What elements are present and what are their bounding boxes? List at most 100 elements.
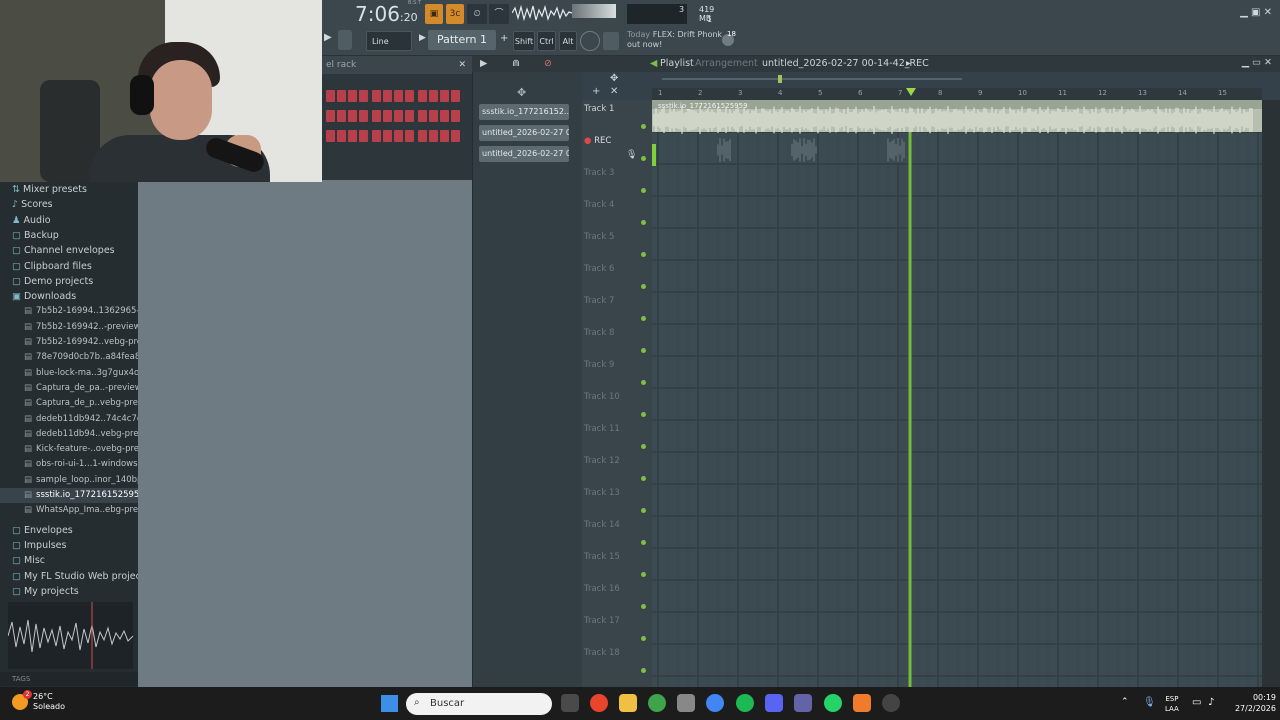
metronome-icon[interactable]: ⏲ [467,4,487,24]
track-enable-led[interactable] [641,444,646,449]
track-enable-led[interactable] [641,284,646,289]
track-enable-led[interactable] [641,220,646,225]
track-header[interactable]: Track 18 [584,644,644,676]
picker-clip[interactable]: untitled_2026-02-27 00-... [479,146,569,162]
step-pad[interactable] [383,130,392,142]
network-icon[interactable]: ▭ [1192,697,1201,708]
playlist-grid[interactable]: ssstik.io_1772161525959 [652,99,1279,687]
track-enable-led[interactable] [641,636,646,641]
pattern-mode-button[interactable]: ▣ [425,4,443,24]
browser-file[interactable]: ▤dedeb11db94..vebg-preview [0,427,138,442]
step-pad[interactable] [372,90,381,102]
tempo-icon[interactable]: ⌒ [489,4,509,24]
track-header[interactable]: Track 1 [584,100,644,132]
track-enable-led[interactable] [641,252,646,257]
step-pad[interactable] [359,130,368,142]
track-enable-led[interactable] [641,668,646,673]
browser-folder[interactable]: ♪ Scores [0,197,138,212]
step-pad[interactable] [394,90,403,102]
browser-folder[interactable]: ▢ My FL Studio Web projects [0,569,138,584]
mic-icon[interactable] [338,30,352,50]
picker-clip[interactable]: ssstik.io_177216152... [479,104,569,120]
weather-widget[interactable]: 26°C Soleado [33,692,65,712]
step-pad[interactable] [372,130,381,142]
song-mode-button[interactable]: 3c [446,4,464,24]
track-header[interactable]: Track 15 [584,548,644,580]
record-mic-icon[interactable]: 🎙 [626,150,637,160]
track-header[interactable]: Track 12 [584,452,644,484]
settings-icon[interactable] [580,31,600,51]
browser-file[interactable]: ▤Captura_de_p..vebg-preview [0,396,138,411]
browser-folder[interactable]: ▢ My projects [0,584,138,599]
close-icon[interactable]: ✕ [1264,7,1272,18]
track-enable-led[interactable] [641,540,646,545]
pattern-prev-icon[interactable]: ▶ [419,33,426,43]
step-pad[interactable] [429,110,438,122]
horizontal-scroll[interactable] [662,78,962,80]
browser-folder[interactable]: ▢ Channel envelopes [0,243,138,258]
browser-file[interactable]: ▤Captura_de_pa..-preview (1) [0,381,138,396]
chrome-icon[interactable] [590,694,608,712]
step-pad[interactable] [394,110,403,122]
remove-track-icon[interactable]: ✕ [610,86,618,97]
track-header[interactable]: Track 8 [584,324,644,356]
project-menu-icon[interactable]: ▸ [906,58,911,69]
browser-folder[interactable]: ⇅ Mixer presets [0,182,138,197]
track-enable-led[interactable] [641,604,646,609]
step-pad[interactable] [451,110,460,122]
maximize-icon[interactable]: ▣ [1251,7,1260,18]
whatsapp-icon[interactable] [824,694,842,712]
picker-icon[interactable]: ✥ [517,86,526,99]
mic-tray-icon[interactable]: 🎙 [1143,697,1156,708]
task-view-icon[interactable] [561,694,579,712]
browser-file[interactable]: ▤WhatsApp_Ima..ebg-preview [0,503,138,518]
track-enable-led[interactable] [641,508,646,513]
playhead-marker[interactable] [906,88,916,96]
track-enable-led[interactable] [641,348,646,353]
tags-bar[interactable]: TAGS [0,672,138,686]
step-pad[interactable] [440,110,449,122]
step-pad[interactable] [337,110,346,122]
magnet-icon[interactable]: ⋒ [512,58,520,69]
taskbar-search[interactable]: Buscar [406,693,552,715]
track-enable-led[interactable] [641,124,646,129]
chrome-canary-icon[interactable] [648,694,666,712]
step-pad[interactable] [383,110,392,122]
chevron-up-icon[interactable]: ⌃ [1121,697,1129,707]
browser-file[interactable]: ▤Kick-feature-..ovebg-preview [0,442,138,457]
ctrl-key-button[interactable]: Ctrl [537,31,556,51]
track-header[interactable]: Track 6 [584,260,644,292]
step-pad[interactable] [405,90,414,102]
step-pad[interactable] [337,130,346,142]
step-pad[interactable] [337,90,346,102]
pattern-selector[interactable]: Pattern 1 [428,30,496,50]
track-enable-led[interactable] [641,476,646,481]
step-pad[interactable] [348,90,357,102]
obs-icon[interactable] [882,694,900,712]
play-icon[interactable]: ▶ [480,58,487,69]
sample-preview-waveform[interactable] [7,602,134,669]
step-pad[interactable] [348,130,357,142]
alt-key-button[interactable]: Alt [559,31,577,51]
browser-folder[interactable]: ▢ Demo projects [0,274,138,289]
browser-file[interactable]: ▤7b5b2-169942..-preview (1) [0,320,138,335]
step-pad[interactable] [359,110,368,122]
browser-file[interactable]: ▤dedeb11db942..74c4c7cf087 [0,412,138,427]
track-header[interactable]: Track 4 [584,196,644,228]
step-pad[interactable] [418,110,427,122]
step-pad[interactable] [429,90,438,102]
minimize-icon[interactable]: ▁ [1240,7,1248,18]
track-enable-led[interactable] [641,188,646,193]
browser-folder[interactable]: ▢ Backup [0,228,138,243]
track-enable-led[interactable] [641,572,646,577]
track-header[interactable]: Track 17 [584,612,644,644]
delete-tool-icon[interactable]: ⊘ [544,58,552,69]
fl-studio-icon[interactable] [853,694,871,712]
track-header[interactable]: Track 14 [584,516,644,548]
track-header[interactable]: Track 10 [584,388,644,420]
news-hint[interactable]: Today FLEX: Drift Phonk out now! [627,30,727,52]
keyboard-icon[interactable] [603,32,619,50]
track-header[interactable]: Track 9 [584,356,644,388]
play-icon[interactable]: ▶ [324,32,332,43]
shift-key-button[interactable]: Shift [513,31,535,51]
